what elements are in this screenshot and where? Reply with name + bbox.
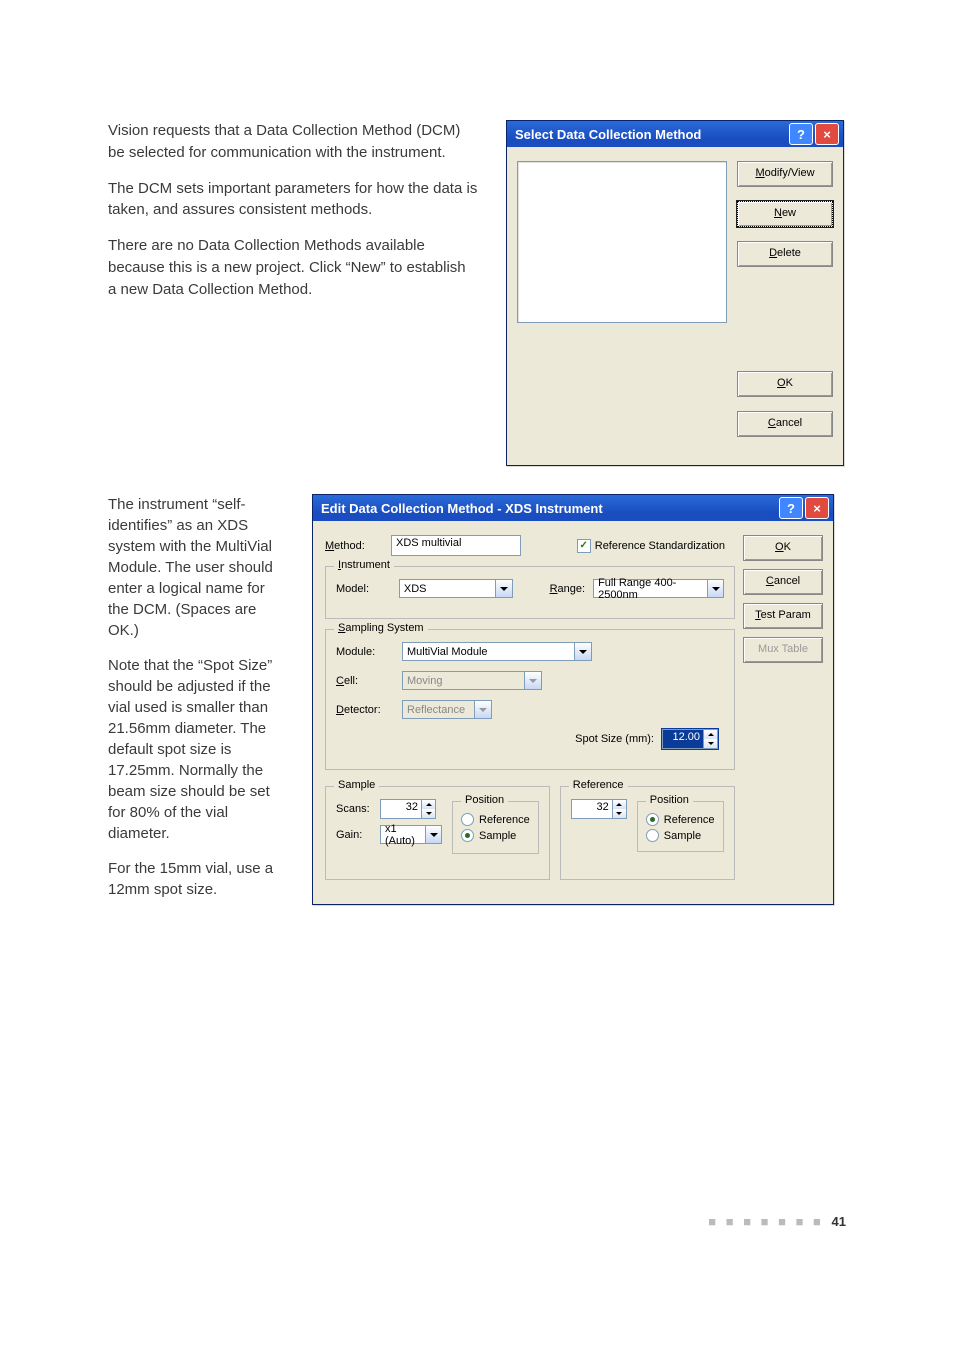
gain-combo[interactable]: x1 (Auto) (380, 825, 442, 844)
spot-size-label: Spot Size (mm): (575, 733, 654, 745)
cancel-button[interactable]: Cancel (743, 569, 823, 595)
spot-size-value: 12.00 (663, 730, 703, 748)
range-value: Full Range 400-2500nm (598, 577, 707, 601)
footer-dots: ■ ■ ■ ■ ■ ■ ■ (708, 1214, 824, 1229)
radio-icon (461, 829, 474, 842)
select-dcm-dialog: Select Data Collection Method ? × Modify… (506, 120, 844, 466)
detector-value: Reflectance (407, 704, 465, 716)
module-value: MultiVial Module (407, 646, 488, 658)
spin-up-icon[interactable] (703, 730, 717, 739)
ref-pos-reference-radio[interactable]: Reference (646, 813, 715, 826)
sample-group-label: Sample (334, 779, 379, 791)
spin-up-icon[interactable] (612, 800, 626, 809)
paragraph: Note that the “Spot Size” should be adju… (108, 655, 288, 844)
reference-scans-spinner[interactable]: 32 (571, 799, 627, 819)
ok-button[interactable]: OK (743, 535, 823, 561)
paragraph: The DCM sets important parameters for ho… (108, 178, 478, 222)
mux-table-button: Mux Table (743, 637, 823, 663)
method-input[interactable]: XDS multivial (391, 535, 521, 556)
ok-button[interactable]: OK (737, 371, 833, 397)
dialog-titlebar[interactable]: Select Data Collection Method ? × (507, 121, 843, 147)
instrument-group-label: Instrument (334, 559, 394, 571)
spin-up-icon[interactable] (421, 800, 435, 809)
paragraph: The instrument “self-identifies” as an X… (108, 494, 288, 641)
close-icon[interactable]: × (805, 497, 829, 519)
reference-scans-value: 32 (572, 800, 612, 818)
new-button[interactable]: New (737, 201, 833, 227)
help-icon[interactable]: ? (779, 497, 803, 519)
ref-std-checkbox[interactable]: ✓ Reference Standardization (577, 539, 725, 553)
model-label: Model: (336, 583, 391, 595)
radio-label: Sample (479, 830, 516, 842)
module-combo[interactable]: MultiVial Module (402, 642, 592, 661)
checkbox-icon: ✓ (577, 539, 591, 553)
module-label: Module: (336, 646, 394, 658)
reference-position-label: Position (646, 794, 693, 806)
cell-label: Cell: (336, 675, 394, 687)
dcm-listbox[interactable] (517, 161, 727, 323)
sample-scans-spinner[interactable]: 32 (380, 799, 436, 819)
radio-icon (646, 813, 659, 826)
chevron-down-icon (474, 701, 491, 718)
ref-std-label: Reference Standardization (595, 540, 725, 552)
method-label: Method: (325, 540, 383, 552)
help-icon[interactable]: ? (789, 123, 813, 145)
radio-icon (461, 813, 474, 826)
chevron-down-icon (524, 672, 541, 689)
model-combo[interactable]: XDS (399, 579, 513, 598)
modify-view-button[interactable]: Modify/View (737, 161, 833, 187)
radio-label: Reference (664, 814, 715, 826)
spin-down-icon[interactable] (421, 809, 435, 818)
paragraph: Vision requests that a Data Collection M… (108, 120, 478, 164)
edit-dcm-dialog: Edit Data Collection Method - XDS Instru… (312, 494, 834, 905)
cancel-button[interactable]: Cancel (737, 411, 833, 437)
model-value: XDS (404, 583, 427, 595)
radio-label: Sample (664, 830, 701, 842)
dialog-title: Edit Data Collection Method - XDS Instru… (321, 501, 603, 516)
range-combo[interactable]: Full Range 400-2500nm (593, 579, 724, 598)
page-number: 41 (832, 1214, 846, 1229)
ref-pos-sample-radio[interactable]: Sample (646, 829, 715, 842)
radio-icon (646, 829, 659, 842)
sample-pos-sample-radio[interactable]: Sample (461, 829, 530, 842)
cell-combo: Moving (402, 671, 542, 690)
spin-down-icon[interactable] (703, 739, 717, 748)
chevron-down-icon (495, 580, 512, 597)
chevron-down-icon (707, 580, 723, 597)
scans-label: Scans: (336, 803, 372, 815)
spot-size-spinner[interactable]: 12.00 (662, 729, 718, 749)
gain-label: Gain: (336, 829, 372, 841)
test-param-button[interactable]: Test Param (743, 603, 823, 629)
paragraph: For the 15mm vial, use a 12mm spot size. (108, 858, 288, 900)
chevron-down-icon (425, 826, 441, 843)
delete-button[interactable]: Delete (737, 241, 833, 267)
sample-pos-reference-radio[interactable]: Reference (461, 813, 530, 826)
sampling-system-group-label: Sampling System (334, 622, 428, 634)
sample-scans-value: 32 (381, 800, 421, 818)
radio-label: Reference (479, 814, 530, 826)
detector-combo: Reflectance (402, 700, 492, 719)
detector-label: Detector: (336, 704, 394, 716)
spin-down-icon[interactable] (612, 809, 626, 818)
dialog-title: Select Data Collection Method (515, 127, 701, 142)
close-icon[interactable]: × (815, 123, 839, 145)
range-label: Range: (550, 583, 585, 595)
gain-value: x1 (Auto) (385, 823, 425, 847)
paragraph: There are no Data Collection Methods ava… (108, 235, 478, 300)
chevron-down-icon (574, 643, 591, 660)
sample-position-label: Position (461, 794, 508, 806)
reference-group-label: Reference (569, 779, 628, 791)
cell-value: Moving (407, 675, 442, 687)
dialog-titlebar[interactable]: Edit Data Collection Method - XDS Instru… (313, 495, 833, 521)
